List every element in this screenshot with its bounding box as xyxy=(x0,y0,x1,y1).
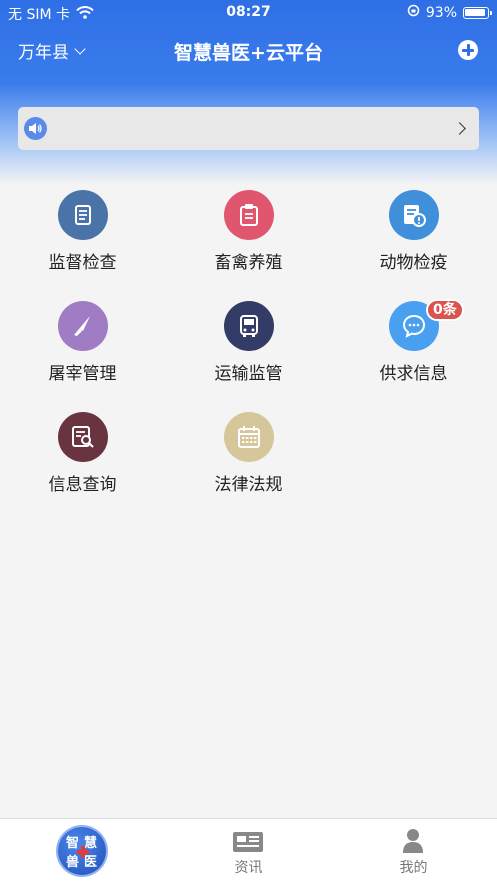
document-alert-icon xyxy=(389,190,439,240)
user-icon xyxy=(402,828,424,858)
menu-label: 信息查询 xyxy=(48,475,117,495)
header: 无 SIM 卡 08:27 93% 万年县 智慧兽医+云平台 xyxy=(0,0,497,185)
app-logo: 智 慧 兽 医 xyxy=(58,827,106,875)
battery-percent: 93% xyxy=(425,4,457,21)
calendar-icon xyxy=(224,412,274,462)
menu-label: 畜禽养殖 xyxy=(214,253,283,273)
truck-icon xyxy=(224,301,274,351)
tab-label: 资讯 xyxy=(234,860,263,876)
tab-mine[interactable]: 我的 xyxy=(331,819,496,883)
menu-item-info-query[interactable]: 信息查询 xyxy=(0,412,165,512)
menu-label: 法律法规 xyxy=(214,475,283,495)
add-button[interactable] xyxy=(458,40,478,60)
search-list-icon xyxy=(58,412,108,462)
menu-label: 运输监管 xyxy=(214,364,283,384)
knife-icon xyxy=(58,301,108,351)
nav-bar: 万年县 智慧兽医+云平台 xyxy=(0,30,497,70)
notice-bar[interactable] xyxy=(18,107,479,150)
menu-item-laws[interactable]: 法律法规 xyxy=(166,412,331,512)
status-right: 93% xyxy=(407,4,492,21)
newspaper-icon xyxy=(232,830,264,858)
menu-label: 动物检疫 xyxy=(379,253,448,273)
clipboard-icon xyxy=(224,190,274,240)
menu-label: 供求信息 xyxy=(379,364,448,384)
scroll-icon xyxy=(58,190,108,240)
menu-item-slaughter[interactable]: 屠宰管理 xyxy=(0,301,165,401)
page-title: 智慧兽医+云平台 xyxy=(174,42,323,64)
menu-item-breeding[interactable]: 畜禽养殖 xyxy=(166,190,331,290)
medical-cross-icon xyxy=(77,846,89,858)
rotation-lock-icon xyxy=(407,4,420,21)
tab-bar: 智 慧 兽 医 资讯 我的 xyxy=(0,818,497,883)
menu-item-supply-demand[interactable]: 0条 供求信息 xyxy=(331,299,496,401)
chevron-right-icon xyxy=(453,122,466,135)
menu-label: 监督检查 xyxy=(48,253,117,273)
tab-home[interactable]: 智 慧 兽 医 xyxy=(0,819,165,883)
speaker-icon xyxy=(24,117,47,140)
status-bar: 无 SIM 卡 08:27 93% xyxy=(0,0,497,26)
battery-icon xyxy=(463,6,492,19)
tab-label: 我的 xyxy=(399,860,428,876)
unread-badge: 0条 xyxy=(426,299,464,321)
menu-item-transport[interactable]: 运输监管 xyxy=(166,301,331,401)
menu-label: 屠宰管理 xyxy=(48,364,117,384)
menu-item-supervision[interactable]: 监督检查 xyxy=(0,190,165,290)
menu-item-quarantine[interactable]: 动物检疫 xyxy=(331,190,496,290)
tab-news[interactable]: 资讯 xyxy=(166,819,331,883)
